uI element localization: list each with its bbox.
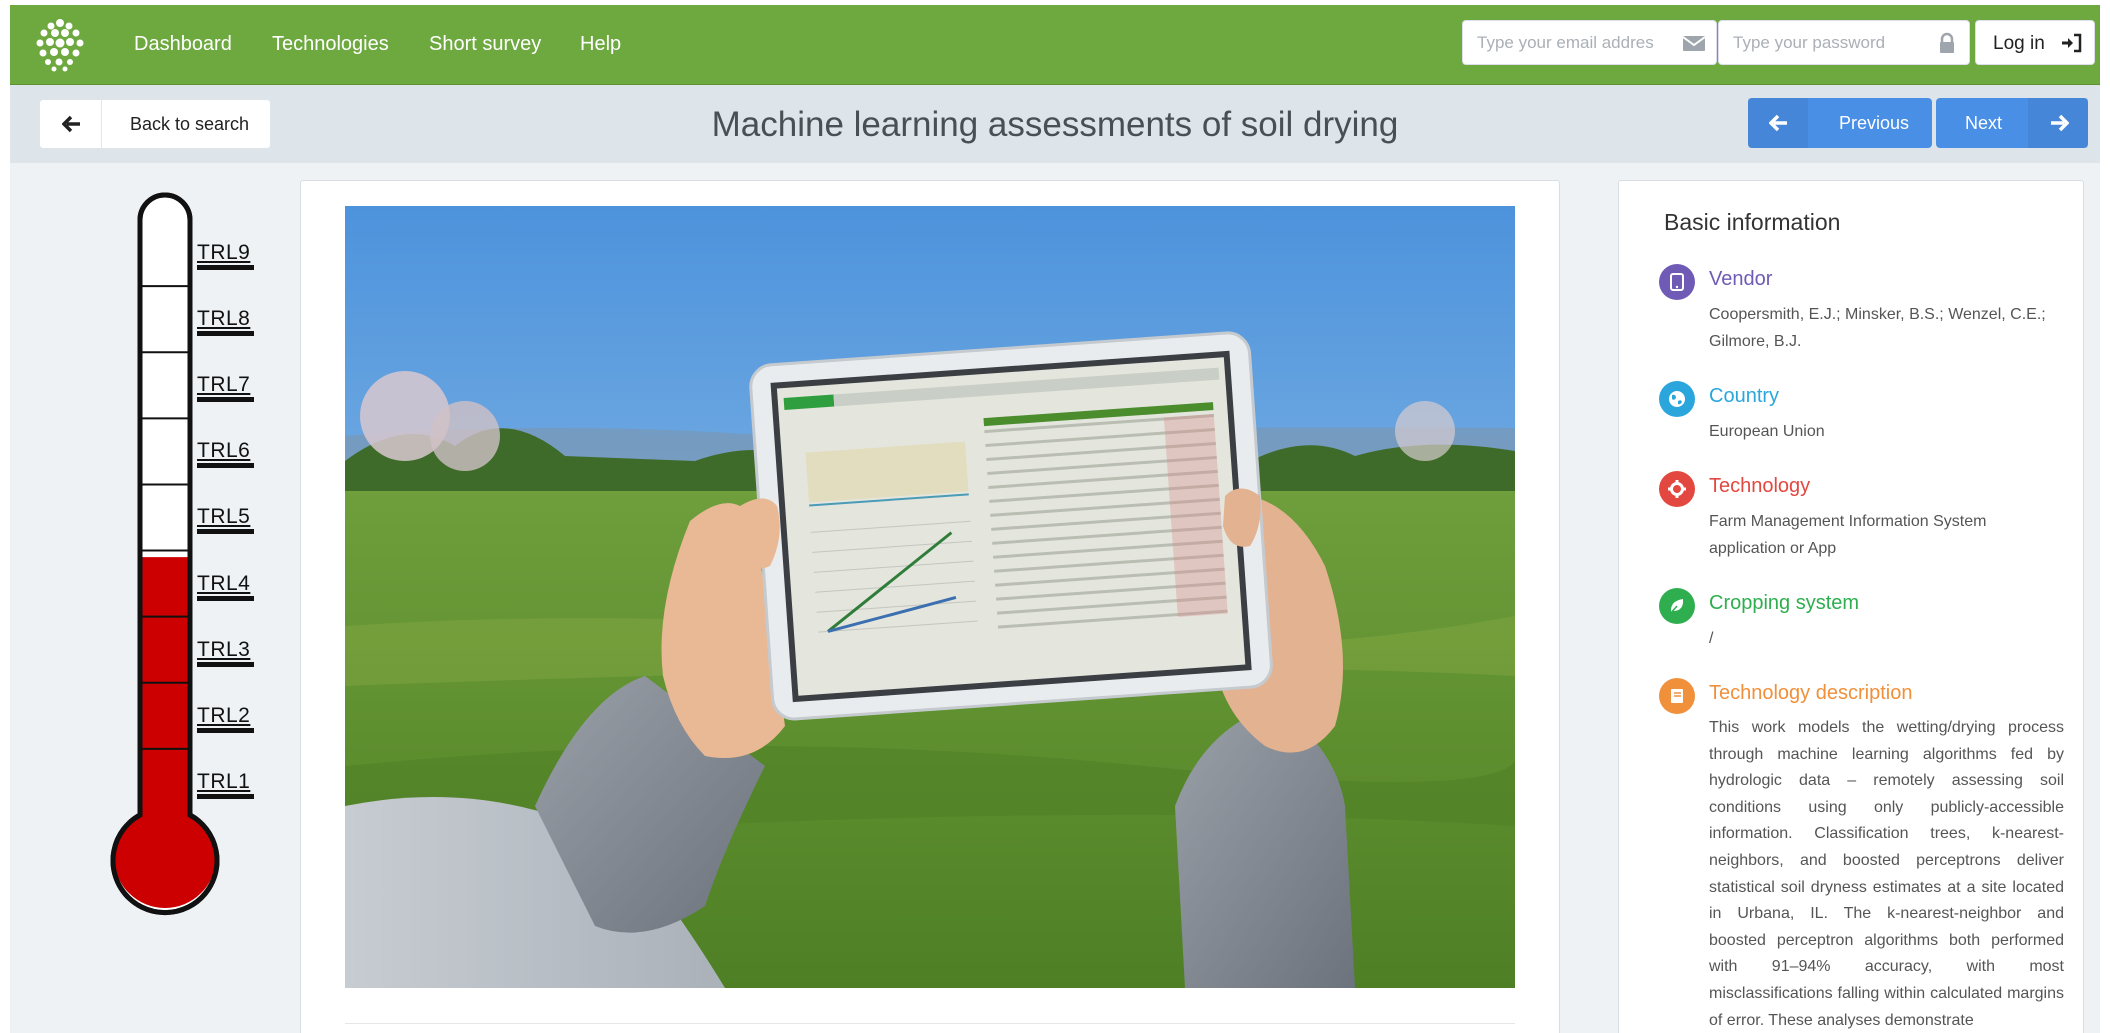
trl-label-trl8: TRL8 [197, 307, 251, 331]
trl-underline [197, 264, 254, 270]
trl-label-trl2: TRL2 [197, 703, 251, 727]
basic-information-panel: Basic information Vendor Coopersmith, E.… [1618, 180, 2084, 1033]
trl-underline [197, 793, 254, 799]
next-button[interactable]: Next [1936, 98, 2088, 148]
previous-button[interactable]: Previous [1748, 98, 1932, 148]
trl-underline [197, 529, 254, 535]
password-placeholder: Type your password [1733, 33, 1886, 52]
trl-underline [197, 661, 254, 667]
globe-icon [1659, 381, 1695, 417]
nav-technologies[interactable]: Technologies [272, 33, 389, 56]
arrow-right-icon [2051, 114, 2069, 132]
envelope-icon [1682, 36, 1706, 51]
trl-label-trl7: TRL7 [197, 373, 251, 397]
email-placeholder: Type your email addres [1477, 33, 1654, 52]
previous-label: Previous [1839, 113, 1910, 133]
trl-label-trl1: TRL1 [197, 769, 251, 793]
trl-underline [197, 727, 254, 733]
technology-description-heading: Technology description [1709, 682, 1913, 704]
trl-underline [197, 595, 254, 601]
tablet-icon [1659, 264, 1695, 300]
technology-photo [345, 206, 1515, 988]
gear-icon [1659, 471, 1695, 507]
vendor-heading: Vendor [1709, 268, 1773, 290]
technology-image-card [300, 180, 1560, 1033]
trl-label-trl9: TRL9 [197, 240, 251, 264]
technology-description-value: This work models the wetting/drying proc… [1709, 719, 2064, 1029]
logo-icon[interactable] [30, 15, 90, 75]
trl-label-trl5: TRL5 [197, 505, 251, 529]
vendor-value: Coopersmith, E.J.; Minsker, B.S.; Wenzel… [1709, 306, 2046, 350]
next-label: Next [1965, 113, 2003, 133]
trl-label-trl4: TRL4 [197, 571, 251, 595]
sign-in-icon [2062, 33, 2082, 53]
lock-icon [1940, 32, 1954, 53]
login-label: Log in [1993, 33, 2045, 54]
top-navbar: Dashboard Technologies Short survey Help… [10, 5, 2100, 85]
trl-underline [197, 463, 254, 469]
page-frame: Dashboard Technologies Short survey Help… [10, 5, 2100, 1033]
thermometer-graphic [110, 192, 220, 916]
card-divider [345, 1023, 1515, 1024]
password-field[interactable]: Type your password [1718, 20, 1970, 65]
email-field[interactable]: Type your email addres [1462, 20, 1717, 65]
leaf-icon [1659, 588, 1695, 624]
book-icon [1659, 678, 1695, 714]
trl-label-trl6: TRL6 [197, 439, 251, 463]
cropping-system-value: / [1709, 630, 1714, 647]
previous-arrow-box [1748, 98, 1808, 148]
login-button[interactable]: Log in [1975, 20, 2095, 65]
trl-label-trl3: TRL3 [197, 637, 251, 661]
trl-thermometer: TRL9 TRL8 TRL7 TRL6 TRL5 TRL4 TRL3 TRL2 TRL1 [70, 175, 270, 925]
nav-short-survey[interactable]: Short survey [429, 33, 541, 56]
technology-value: Farm Management Information System appli… [1709, 513, 1987, 557]
next-arrow-box [2028, 98, 2088, 148]
country-value: European Union [1709, 423, 1825, 440]
cropping-system-heading: Cropping system [1709, 592, 1860, 614]
trl-underline [197, 331, 254, 337]
technology-heading: Technology [1709, 475, 1811, 497]
arrow-left-icon [1769, 114, 1787, 132]
trl-underline [197, 397, 254, 403]
basic-information-title: Basic information [1664, 209, 1841, 235]
nav-dashboard[interactable]: Dashboard [134, 33, 232, 56]
country-heading: Country [1709, 385, 1780, 407]
nav-help[interactable]: Help [580, 33, 621, 56]
